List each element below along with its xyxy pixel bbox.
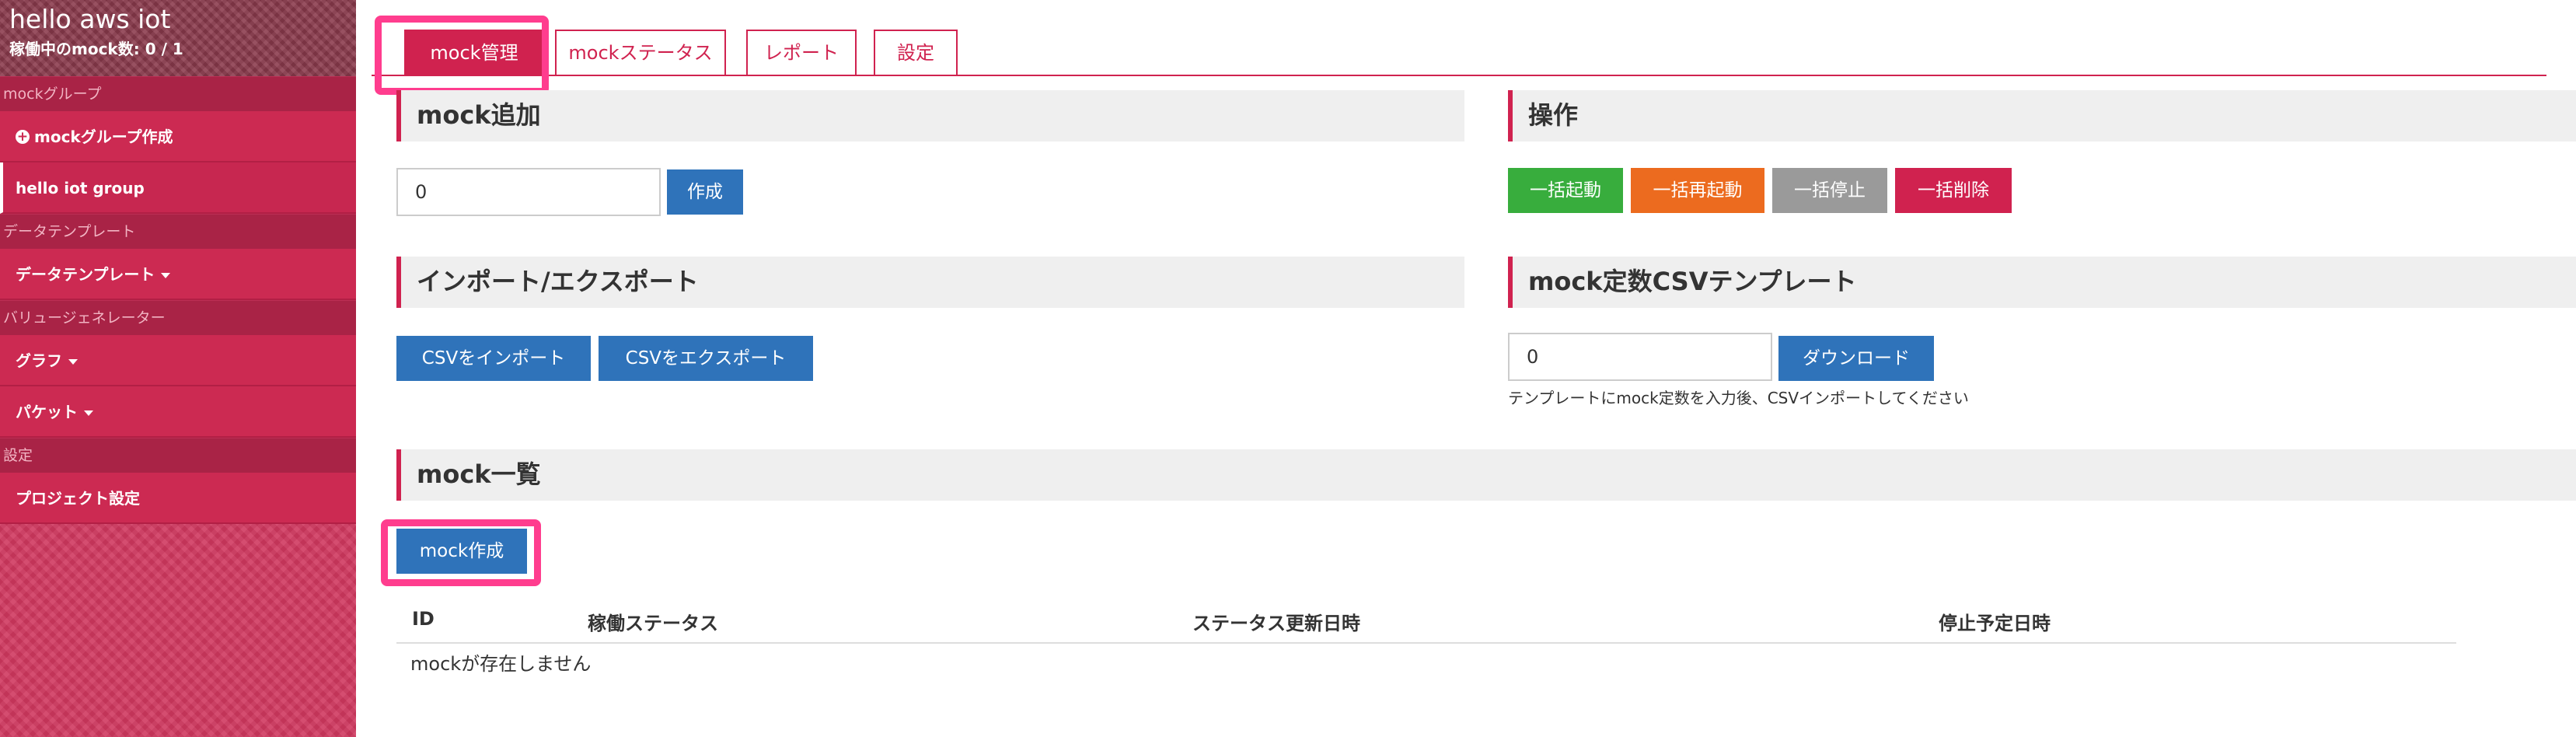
sidebar-brand: hello aws iot 稼働中のmock数: 0 / 1 bbox=[0, 0, 356, 76]
sidebar-item-label: hello iot group bbox=[16, 179, 145, 197]
tab-bar: mock管理 mockステータス レポート 設定 bbox=[372, 30, 2546, 76]
template-help-text: テンプレートにmock定数を入力後、CSVインポートしてください bbox=[1508, 389, 1969, 407]
table-header-status: 稼働ステータス bbox=[588, 613, 718, 634]
mock-count-input[interactable] bbox=[396, 168, 661, 216]
sidebar-item-label: パケット bbox=[16, 403, 78, 421]
panel-heading-operations: 操作 bbox=[1508, 90, 2576, 141]
download-template-button[interactable]: ダウンロード bbox=[1778, 336, 1934, 381]
sidebar-section-mock-group: mockグループ bbox=[0, 76, 356, 111]
tab-mock-status[interactable]: mockステータス bbox=[555, 30, 726, 75]
tab-settings[interactable]: 設定 bbox=[874, 30, 958, 75]
panel-heading-csv-template: mock定数CSVテンプレート bbox=[1508, 257, 2576, 308]
table-header-scheduled-stop: 停止予定日時 bbox=[1939, 613, 2051, 634]
sidebar-item-create-mock-group[interactable]: + mockグループ作成 bbox=[0, 111, 356, 162]
table-header-id: ID bbox=[412, 608, 435, 630]
sidebar-item-project-settings[interactable]: プロジェクト設定 bbox=[0, 473, 356, 524]
restart-all-button[interactable]: 一括再起動 bbox=[1631, 168, 1764, 213]
delete-all-button[interactable]: 一括削除 bbox=[1895, 168, 2012, 213]
sidebar: hello aws iot 稼働中のmock数: 0 / 1 mockグループ … bbox=[0, 0, 356, 737]
tab-mock-management[interactable]: mock管理 bbox=[404, 30, 544, 75]
sidebar-item-label: グラフ bbox=[16, 351, 62, 370]
running-mock-count: 稼働中のmock数: 0 / 1 bbox=[9, 40, 183, 58]
import-csv-button[interactable]: CSVをインポート bbox=[396, 336, 591, 381]
caret-down-icon bbox=[68, 359, 78, 365]
panel-heading-import-export: インポート/エクスポート bbox=[396, 257, 1464, 308]
sidebar-item-hello-iot-group[interactable]: hello iot group bbox=[0, 162, 356, 214]
sidebar-item-label: mockグループ作成 bbox=[34, 127, 173, 146]
stop-all-button[interactable]: 一括停止 bbox=[1772, 168, 1887, 213]
sidebar-section-value-generator: バリュージェネレーター bbox=[0, 300, 356, 335]
sidebar-section-data-template: データテンプレート bbox=[0, 214, 356, 249]
create-mock-button[interactable]: mock作成 bbox=[396, 529, 527, 574]
template-count-input[interactable] bbox=[1508, 333, 1772, 381]
create-mocks-button[interactable]: 作成 bbox=[667, 169, 743, 215]
table-header-divider bbox=[396, 642, 2456, 644]
sidebar-item-graph-dropdown[interactable]: グラフ bbox=[0, 335, 356, 386]
main-content: mock管理 mockステータス レポート 設定 mock追加 作成 操作 一括… bbox=[356, 0, 2576, 737]
plus-circle-icon: + bbox=[16, 128, 30, 145]
app-title[interactable]: hello aws iot bbox=[9, 3, 347, 36]
export-csv-button[interactable]: CSVをエクスポート bbox=[599, 336, 813, 381]
table-empty-message: mockが存在しません bbox=[410, 653, 592, 675]
caret-down-icon bbox=[161, 273, 171, 278]
sidebar-item-packet-dropdown[interactable]: パケット bbox=[0, 386, 356, 438]
panel-heading-mock-list: mock一覧 bbox=[396, 449, 2576, 501]
sidebar-item-label: プロジェクト設定 bbox=[16, 489, 140, 508]
sidebar-section-settings: 設定 bbox=[0, 438, 356, 473]
caret-down-icon bbox=[84, 410, 93, 416]
sidebar-item-label: データテンプレート bbox=[16, 265, 155, 284]
start-all-button[interactable]: 一括起動 bbox=[1508, 168, 1623, 213]
tab-report[interactable]: レポート bbox=[746, 30, 857, 75]
table-header-updated-at: ステータス更新日時 bbox=[1192, 613, 1360, 634]
panel-heading-mock-add: mock追加 bbox=[396, 90, 1464, 141]
sidebar-item-data-template-dropdown[interactable]: データテンプレート bbox=[0, 249, 356, 300]
